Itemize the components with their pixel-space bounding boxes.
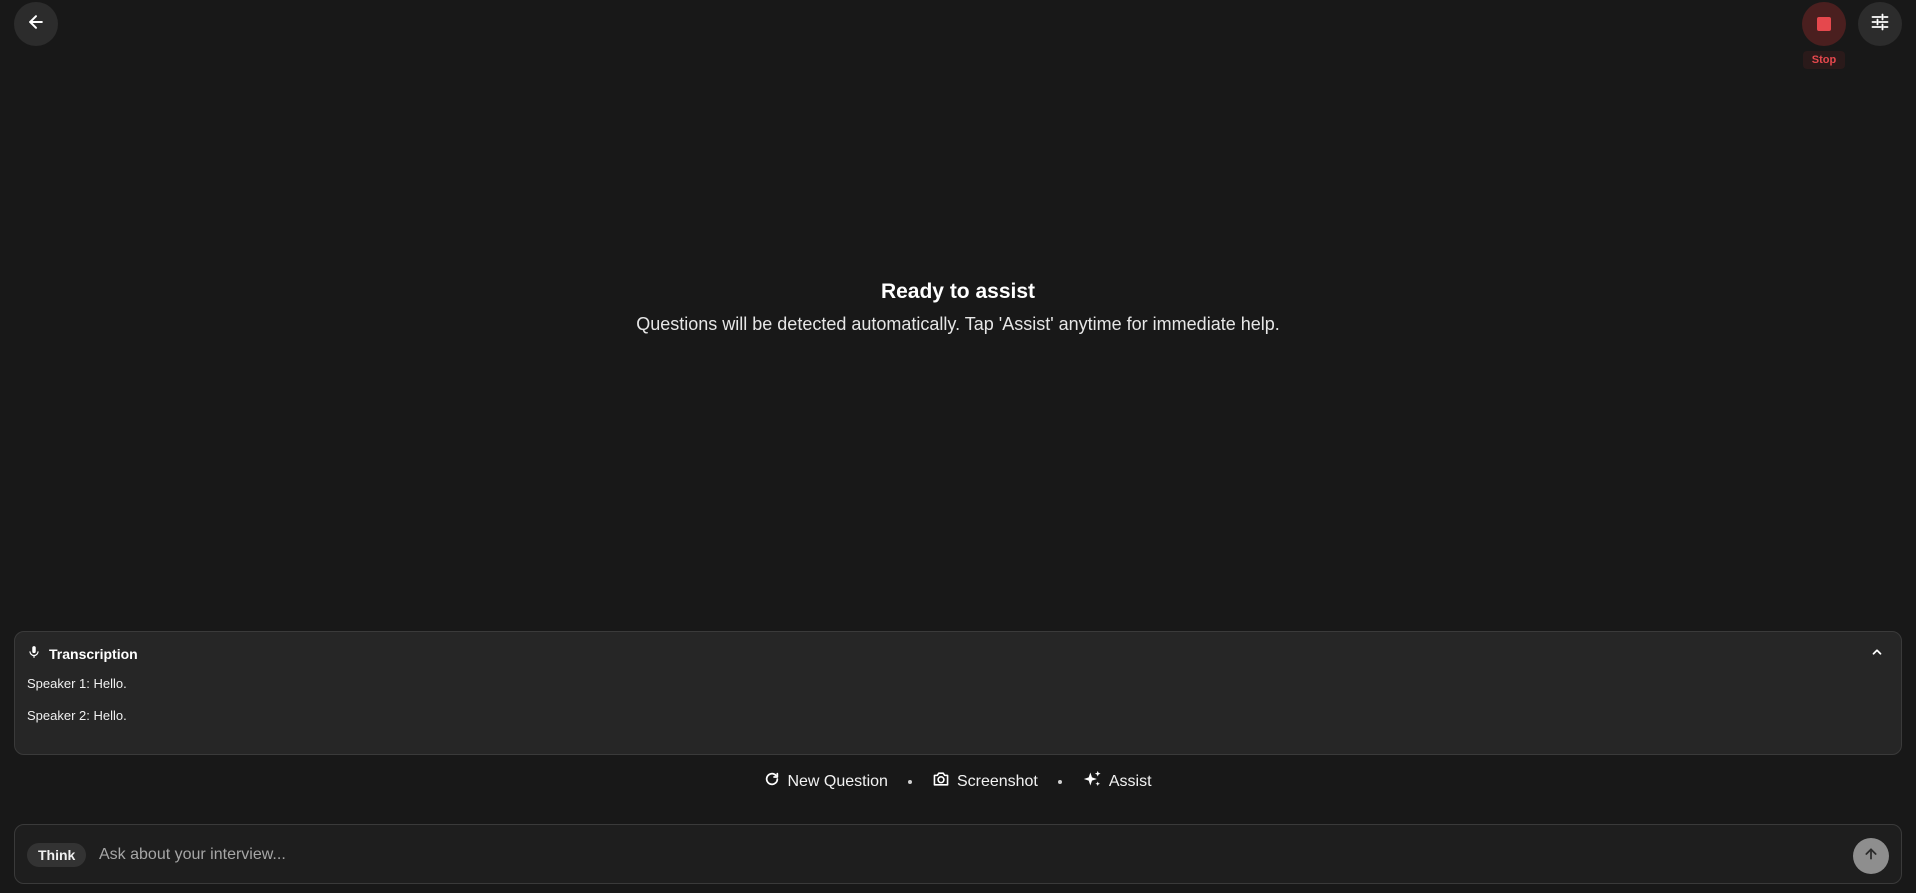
separator-dot <box>907 779 912 784</box>
transcription-panel: Transcription Speaker 1: Hello. Speaker … <box>14 631 1902 755</box>
screenshot-button[interactable]: Screenshot <box>932 771 1038 792</box>
stop-square-icon <box>1817 17 1831 31</box>
sliders-icon <box>1870 12 1890 37</box>
back-button[interactable] <box>14 2 58 46</box>
empty-state: Ready to assist Questions will be detect… <box>0 280 1916 335</box>
chat-input-bar: Think <box>14 824 1902 884</box>
refresh-icon <box>764 771 780 792</box>
transcription-lines: Speaker 1: Hello. Speaker 2: Hello. <box>27 676 127 740</box>
arrow-left-icon <box>26 12 46 37</box>
stop-tooltip: Stop <box>1803 51 1845 69</box>
screenshot-label: Screenshot <box>956 772 1038 790</box>
send-button[interactable] <box>1853 838 1889 874</box>
stop-button[interactable] <box>1802 2 1846 46</box>
action-bar: New Question Screenshot Assist <box>0 770 1916 793</box>
settings-button[interactable] <box>1858 2 1902 46</box>
arrow-up-icon <box>1863 846 1879 867</box>
sparkles-icon <box>1082 770 1102 793</box>
assist-button[interactable]: Assist <box>1082 770 1152 793</box>
collapse-button[interactable] <box>1867 644 1887 664</box>
think-toggle[interactable]: Think <box>27 843 87 867</box>
chat-input[interactable] <box>97 839 1797 871</box>
transcript-line: Speaker 1: Hello. <box>27 676 127 691</box>
camera-icon <box>932 771 950 792</box>
chevron-up-icon <box>1870 645 1884 664</box>
transcript-line: Speaker 2: Hello. <box>27 708 127 723</box>
new-question-label: New Question <box>787 772 888 790</box>
transcription-header: Transcription <box>27 644 138 663</box>
empty-state-title: Ready to assist <box>880 280 1036 303</box>
assist-label: Assist <box>1108 772 1152 790</box>
empty-state-subtitle: Questions will be detected automatically… <box>636 314 1280 334</box>
transcription-title: Transcription <box>49 645 138 662</box>
new-question-button[interactable]: New Question <box>764 771 888 792</box>
microphone-icon <box>27 644 41 663</box>
separator-dot <box>1057 779 1062 784</box>
